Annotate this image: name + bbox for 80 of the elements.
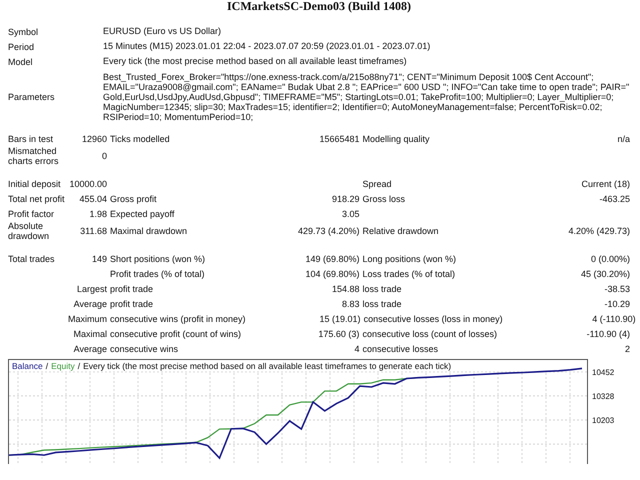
stat-value: 0 (0.00%) xyxy=(590,254,630,264)
legend-separator: / xyxy=(46,361,48,371)
stat-label: Profit trades (% of total) xyxy=(110,268,206,278)
stat-label: Gross loss xyxy=(362,194,406,204)
stat-value: 1.98 xyxy=(88,208,107,218)
stat-value: -38.53 xyxy=(603,284,630,294)
stat-label: consecutive wins (profit in money) xyxy=(110,314,246,324)
stat-label: consecutive loss (count of losses) xyxy=(362,328,497,338)
stat-label: Maximal drawdown xyxy=(110,226,188,236)
setting-label: Model xyxy=(8,56,34,66)
stat-value: 12960 xyxy=(80,134,107,144)
stat-value: n/a xyxy=(616,134,630,144)
stat-value: 149 xyxy=(90,254,107,264)
stat-label: Maximal xyxy=(72,328,107,338)
setting-label: Parameters xyxy=(8,92,56,102)
chart-description: Every tick (the most precise method based on all available least timeframes to generate each tick) xyxy=(83,361,452,371)
stat-value: 149 (69.80%) xyxy=(304,254,360,264)
stat-value: 175.60 (3) xyxy=(317,328,360,338)
setting-value: EURUSD (Euro vs US Dollar) xyxy=(103,25,222,38)
stat-label: Average xyxy=(72,298,107,308)
stat-value: 429.73 (4.20%) xyxy=(296,226,360,236)
stat-label: profit trade xyxy=(110,284,154,294)
stat-value: 104 (69.80%) xyxy=(304,268,360,278)
stat-label: loss trade xyxy=(362,284,403,294)
setting-value: 15 Minutes (M15) 2023.01.01 22:04 - 2023.07.07 20:59 (2023.01.01 - 2023.07.01) xyxy=(103,40,432,53)
stat-value: 10000.00 xyxy=(69,178,107,188)
stat-value: 4.20% (429.73) xyxy=(567,226,630,236)
stat-value: 0 xyxy=(100,151,107,161)
report-title: ICMarketsSC-Demo03 (Build 1408) xyxy=(226,0,412,15)
stat-value: Current (18) xyxy=(580,178,630,188)
stat-label: consecutive losses xyxy=(362,344,440,354)
stat-label: loss trade xyxy=(362,298,403,308)
stat-value: 8.83 xyxy=(340,298,360,308)
setting-label: Period xyxy=(8,42,36,52)
stat-label: profit trade xyxy=(110,298,154,308)
stat-label: Modelling quality xyxy=(362,134,431,144)
legend-label: Equity xyxy=(51,361,75,371)
stat-value: 4 xyxy=(353,344,360,354)
y-axis-tick-label: 10203 xyxy=(592,416,614,425)
stat-value: -463.25 xyxy=(598,194,630,204)
stat-label: Initial deposit xyxy=(8,178,62,188)
stat-label: Long positions (won %) xyxy=(362,254,458,264)
stat-label: Loss trades (% of total) xyxy=(362,268,456,278)
stat-label: consecutive wins xyxy=(110,344,180,354)
stat-label: Mismatched charts errors xyxy=(8,146,60,166)
stat-label: consecutive losses (loss in money) xyxy=(364,314,503,324)
stat-value: -10.29 xyxy=(603,298,630,308)
stat-value: 455.04 xyxy=(78,194,107,204)
stat-label: consecutive profit (count of wins) xyxy=(110,328,242,338)
stat-label: Expected payoff xyxy=(110,208,176,218)
stat-label: Total trades xyxy=(8,254,56,264)
stat-value: -110.90 (4) xyxy=(586,328,630,338)
stat-label: Total net profit xyxy=(8,194,66,204)
stat-value: 15665481 xyxy=(318,134,360,144)
legend-label: Balance xyxy=(12,361,43,371)
stat-label: Maximum xyxy=(66,314,107,324)
legend-separator: / xyxy=(78,361,80,371)
stat-label: Relative drawdown xyxy=(362,226,440,236)
y-axis-tick-label: 10452 xyxy=(592,368,614,377)
stat-value: 2 xyxy=(624,344,630,354)
y-axis-tick-label: 10328 xyxy=(592,392,614,401)
stat-label: Spread xyxy=(362,178,393,188)
stat-value: 15 (19.01) xyxy=(318,314,361,324)
stat-label: Short positions (won %) xyxy=(110,254,206,264)
stat-value: 311.68 xyxy=(79,226,107,236)
stat-label: Ticks modelled xyxy=(110,134,171,144)
setting-value: Best_Trusted_Forex_Broker="https://one.exness-track.com/a/215o88ny71"; CENT="Minimum Deposit 100$ Cent Account"; EMAIL="Uraza9008@gmail.com"; EAName=" Budak Ubat 2.8 "; EAPrice=" 600 USD "; INFO="Can take time to open trade"; PAIR=" Gold,EurUsd,UsdJpy,AudUsd,Gbpusd"; TIMEFRAME="M5"; StartingLots=0.01; TakeProfit=100; Multiplier=0; Layer_Multiplier=0; MagicNumber=12345; slip=30; MaxTrades=15; identifier=2; Identifier=0; AutoMoneyManagement=false; PercentToRisk=0.02; RSIPeriod=10; MomentumPeriod=10; xyxy=(103,72,630,122)
setting-value: Every tick (the most precise method based on all available least timeframes) xyxy=(103,55,408,68)
stat-label: Absolute drawdown xyxy=(8,221,50,241)
stat-label: Profit factor xyxy=(8,208,56,218)
stat-label: Gross profit xyxy=(110,194,158,204)
stat-value: 45 (30.20%) xyxy=(580,268,630,278)
stat-value: 3.05 xyxy=(340,208,360,218)
stat-value: 154.88 xyxy=(330,284,360,294)
stat-value: 4 (-110.90) xyxy=(591,314,636,324)
setting-label: Symbol xyxy=(8,26,40,36)
stat-label: Largest xyxy=(76,284,107,294)
stat-value: 918.29 xyxy=(330,194,360,204)
stat-label: Bars in test xyxy=(8,134,54,144)
stat-label: Average xyxy=(72,344,107,354)
